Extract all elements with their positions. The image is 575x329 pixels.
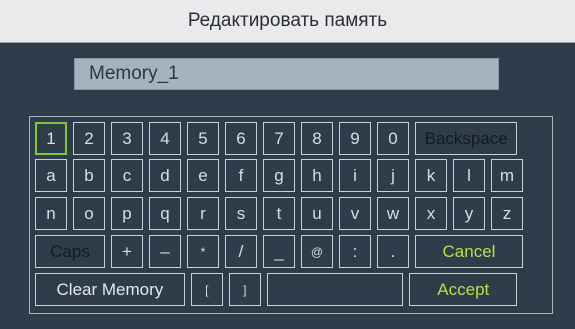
space-key[interactable] [266, 273, 404, 306]
backspace-key[interactable]: Backspace [415, 122, 518, 155]
key-o[interactable]: o [73, 197, 105, 230]
key-3[interactable]: 3 [111, 122, 143, 155]
key-k[interactable]: k [415, 159, 447, 192]
key-d[interactable]: d [149, 159, 181, 192]
key-i[interactable]: i [339, 159, 371, 192]
key-t[interactable]: t [263, 197, 295, 230]
key-e[interactable]: e [187, 159, 219, 192]
key-2[interactable]: 2 [73, 122, 105, 155]
key-asterisk[interactable]: * [187, 235, 219, 268]
caps-key[interactable]: Caps [35, 235, 105, 268]
clear-memory-button[interactable]: Clear Memory [35, 273, 185, 306]
key-7[interactable]: 7 [263, 122, 295, 155]
memory-name-input[interactable]: Memory_1 [74, 58, 499, 90]
key-n[interactable]: n [35, 197, 67, 230]
key-at[interactable]: @ [301, 235, 333, 268]
key-right-bracket[interactable]: ] [228, 273, 261, 306]
cancel-button[interactable]: Cancel [415, 235, 523, 268]
key-s[interactable]: s [225, 197, 257, 230]
key-c[interactable]: c [111, 159, 143, 192]
key-5[interactable]: 5 [187, 122, 219, 155]
key-r[interactable]: r [187, 197, 219, 230]
key-plus[interactable]: + [111, 235, 143, 268]
key-underscore[interactable]: _ [263, 235, 295, 268]
on-screen-keyboard: 1 2 3 4 5 6 7 8 9 0 Backspace a b c d e f g h i j k l m n o p q r s t u… [29, 116, 553, 314]
key-period[interactable]: . [377, 235, 409, 268]
accept-button[interactable]: Accept [409, 273, 518, 306]
key-j[interactable]: j [377, 159, 409, 192]
key-9[interactable]: 9 [339, 122, 371, 155]
key-colon[interactable]: : [339, 235, 371, 268]
key-minus[interactable]: – [149, 235, 181, 268]
key-m[interactable]: m [491, 159, 523, 192]
key-8[interactable]: 8 [301, 122, 333, 155]
key-4[interactable]: 4 [149, 122, 181, 155]
key-6[interactable]: 6 [225, 122, 257, 155]
key-y[interactable]: y [453, 197, 485, 230]
key-1[interactable]: 1 [35, 122, 67, 155]
key-left-bracket[interactable]: [ [190, 273, 223, 306]
key-b[interactable]: b [73, 159, 105, 192]
key-q[interactable]: q [149, 197, 181, 230]
key-u[interactable]: u [301, 197, 333, 230]
key-slash[interactable]: / [225, 235, 257, 268]
dialog-title: Редактировать память [0, 0, 575, 43]
key-l[interactable]: l [453, 159, 485, 192]
key-f[interactable]: f [225, 159, 257, 192]
key-z[interactable]: z [491, 197, 523, 230]
key-x[interactable]: x [415, 197, 447, 230]
key-a[interactable]: a [35, 159, 67, 192]
key-w[interactable]: w [377, 197, 409, 230]
edit-memory-dialog: Редактировать память Memory_1 1234567890… [0, 0, 575, 329]
key-p[interactable]: p [111, 197, 143, 230]
key-g[interactable]: g [263, 159, 295, 192]
key-0[interactable]: 0 [377, 122, 409, 155]
key-v[interactable]: v [339, 197, 371, 230]
key-h[interactable]: h [301, 159, 333, 192]
